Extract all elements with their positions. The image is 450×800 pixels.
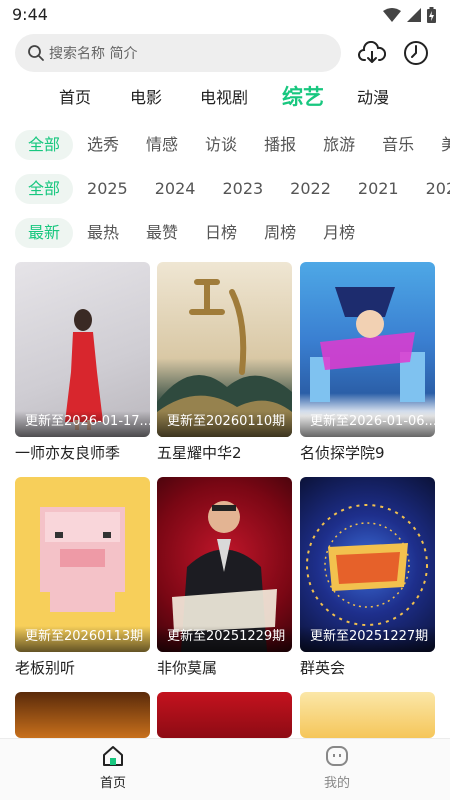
profile-face-icon xyxy=(326,746,348,766)
tab-variety[interactable]: 综艺 xyxy=(282,81,324,111)
genre-filter-row: 全部 选秀 情感 访谈 播报 旅游 音乐美 xyxy=(15,130,450,164)
year-filter-row: 全部202520242023202220212020 xyxy=(15,174,450,208)
genre-chip[interactable]: 美 xyxy=(428,130,450,160)
tab-tv-series[interactable]: 电视剧 xyxy=(200,84,248,108)
show-title: 非你莫属 xyxy=(157,659,218,677)
show-card[interactable] xyxy=(300,692,435,738)
sort-chip[interactable]: 日榜 xyxy=(192,218,250,248)
year-chip[interactable]: 2025 xyxy=(74,174,141,204)
battery-icon xyxy=(427,7,436,23)
home-icon xyxy=(103,746,123,766)
show-poster: 更新至20260110期 xyxy=(157,262,292,437)
search-icon xyxy=(28,45,44,61)
year-chip[interactable]: 2024 xyxy=(142,174,209,204)
update-label: 更新至2026-01-06... xyxy=(300,411,435,437)
year-chip-all[interactable]: 全部 xyxy=(15,174,74,204)
year-chip[interactable]: 2022 xyxy=(277,174,344,204)
system-icons xyxy=(383,7,436,23)
update-label: 更新至2026-01-17... xyxy=(15,411,150,437)
show-poster: 更新至20251227期 xyxy=(300,477,435,652)
show-card[interactable]: 更新至20251229期 非你莫属 xyxy=(157,477,292,678)
genre-chip[interactable]: 音乐 xyxy=(369,130,427,160)
nav-home[interactable]: 首页 xyxy=(83,745,143,791)
show-card[interactable] xyxy=(157,692,292,738)
show-title: 五星耀中华2 xyxy=(157,444,242,462)
show-poster: 更新至20260113期 xyxy=(15,477,150,652)
year-chip[interactable]: 2021 xyxy=(345,174,412,204)
nav-home-label: 首页 xyxy=(99,776,126,791)
status-time: 9:44 xyxy=(12,5,48,24)
update-label: 更新至20260110期 xyxy=(157,411,292,437)
show-poster: 更新至2026-01-06... xyxy=(300,262,435,437)
show-card[interactable]: 更新至2026-01-06... 名侦探学院9 xyxy=(300,262,435,463)
sort-chip[interactable]: 最热 xyxy=(74,218,132,248)
download-button[interactable] xyxy=(357,38,387,68)
search-placeholder: 搜索名称 简介 xyxy=(49,46,138,62)
tab-anime[interactable]: 动漫 xyxy=(357,84,389,108)
history-clock-icon xyxy=(404,41,428,65)
nav-mine-label: 我的 xyxy=(323,776,350,791)
tab-home[interactable]: 首页 xyxy=(59,84,91,108)
show-card[interactable]: 更新至20260110期 五星耀中华2 xyxy=(157,262,292,463)
update-label: 更新至20260113期 xyxy=(15,626,150,652)
show-title: 老板别听 xyxy=(15,659,76,677)
show-title: 群英会 xyxy=(300,659,346,677)
year-chip[interactable]: 2020 xyxy=(413,174,450,204)
year-chip[interactable]: 2023 xyxy=(209,174,276,204)
show-card[interactable]: 更新至20251227期 群英会 xyxy=(300,477,435,678)
wifi-icon xyxy=(383,8,401,22)
genre-chip-all[interactable]: 全部 xyxy=(15,130,74,160)
show-title: 名侦探学院9 xyxy=(300,444,385,462)
nav-mine[interactable]: 我的 xyxy=(307,745,367,791)
show-title: 一师亦友良师季 xyxy=(15,444,121,462)
bottom-navigation: 首页 我的 xyxy=(0,738,450,800)
history-button[interactable] xyxy=(401,38,431,68)
show-card[interactable] xyxy=(15,692,150,738)
show-poster xyxy=(15,692,150,738)
sort-chip[interactable]: 最赞 xyxy=(133,218,191,248)
update-label: 更新至20251227期 xyxy=(300,626,435,652)
tab-movie[interactable]: 电影 xyxy=(130,84,162,108)
show-poster: 更新至20251229期 xyxy=(157,477,292,652)
genre-chip[interactable]: 旅游 xyxy=(310,130,368,160)
show-poster xyxy=(300,692,435,738)
genre-chip[interactable]: 情感 xyxy=(133,130,191,160)
genre-chip[interactable]: 访谈 xyxy=(192,130,250,160)
sort-chip[interactable]: 周榜 xyxy=(251,218,309,248)
signal-icon xyxy=(407,8,421,22)
show-poster xyxy=(157,692,292,738)
status-bar: 9:44 xyxy=(0,0,450,30)
cloud-download-icon xyxy=(358,41,386,63)
show-poster: 更新至2026-01-17... xyxy=(15,262,150,437)
genre-chip[interactable]: 选秀 xyxy=(74,130,132,160)
genre-chip[interactable]: 播报 xyxy=(251,130,309,160)
category-tabs: 首页 电影 电视剧 综艺 动漫 xyxy=(0,84,450,112)
update-label: 更新至20251229期 xyxy=(157,626,292,652)
sort-chip[interactable]: 月榜 xyxy=(310,218,368,248)
show-card[interactable]: 更新至20260113期 老板别听 xyxy=(15,477,150,678)
show-card[interactable]: 更新至2026-01-17... 一师亦友良师季 xyxy=(15,262,150,463)
search-bar[interactable]: 搜索名称 简介 xyxy=(15,34,341,72)
sort-chip-latest[interactable]: 最新 xyxy=(15,218,74,248)
sort-filter-row: 最新 最热 最赞 日榜 周榜 月榜 xyxy=(15,218,450,252)
